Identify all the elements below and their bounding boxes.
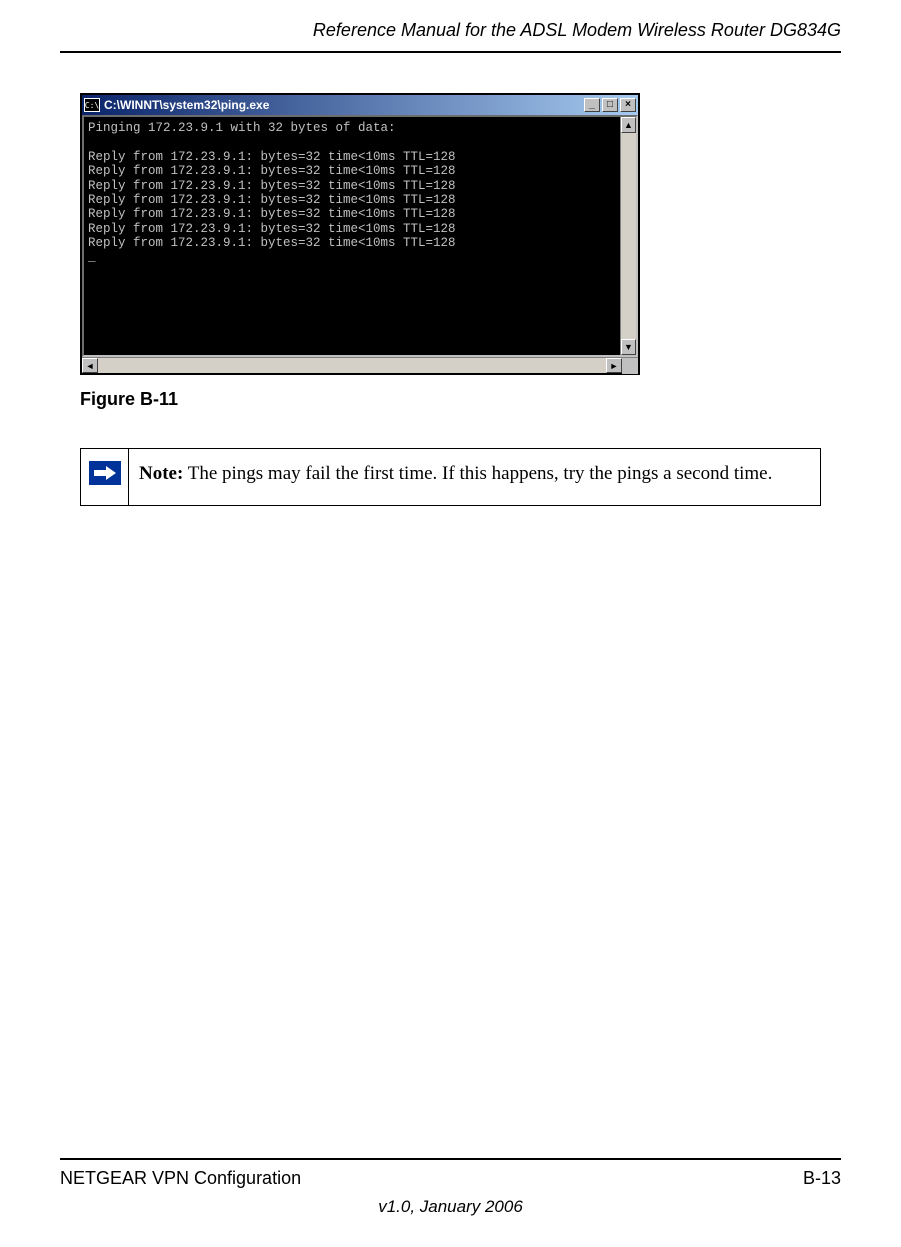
note-box: Note: The pings may fail the first time.… <box>80 448 821 506</box>
scroll-up-button[interactable]: ▲ <box>621 117 636 133</box>
footer-line-1: NETGEAR VPN Configuration B-13 <box>60 1168 841 1189</box>
scroll-track-horizontal[interactable] <box>98 358 606 373</box>
footer-version: v1.0, January 2006 <box>60 1197 841 1217</box>
window-title: C:\WINNT\system32\ping.exe <box>104 98 584 112</box>
maximize-button[interactable]: □ <box>602 98 618 112</box>
header-divider <box>60 51 841 53</box>
cmd-icon: C:\ <box>84 98 100 112</box>
console-area: Pinging 172.23.9.1 with 32 bytes of data… <box>82 115 638 357</box>
note-icon-cell <box>81 449 129 505</box>
note-body: The pings may fail the first time. If th… <box>183 463 772 484</box>
footer-page-number: B-13 <box>803 1168 841 1189</box>
page-footer: NETGEAR VPN Configuration B-13 v1.0, Jan… <box>60 1158 841 1217</box>
horizontal-scrollbar[interactable]: ◄ ► <box>82 357 638 373</box>
close-button[interactable]: × <box>620 98 636 112</box>
page-header: Reference Manual for the ADSL Modem Wire… <box>60 0 841 53</box>
note-arrow-icon <box>89 461 121 485</box>
scroll-right-button[interactable]: ► <box>606 358 622 373</box>
window-titlebar: C:\ C:\WINNT\system32\ping.exe _ □ × <box>82 95 638 115</box>
figure-caption: Figure B-11 <box>80 389 841 410</box>
scrollbar-corner <box>622 358 638 374</box>
minimize-button[interactable]: _ <box>584 98 600 112</box>
footer-divider <box>60 1158 841 1160</box>
note-label: Note: <box>139 463 183 484</box>
ping-screenshot: C:\ C:\WINNT\system32\ping.exe _ □ × Pin… <box>80 93 640 375</box>
window-controls: _ □ × <box>584 98 636 112</box>
footer-left: NETGEAR VPN Configuration <box>60 1168 301 1189</box>
scroll-down-button[interactable]: ▼ <box>621 339 636 355</box>
vertical-scrollbar[interactable]: ▲ ▼ <box>620 117 636 355</box>
manual-title: Reference Manual for the ADSL Modem Wire… <box>60 20 841 51</box>
scroll-track-vertical[interactable] <box>621 133 636 339</box>
console-output: Pinging 172.23.9.1 with 32 bytes of data… <box>84 117 620 355</box>
note-text: Note: The pings may fail the first time.… <box>129 449 786 505</box>
scroll-left-button[interactable]: ◄ <box>82 358 98 373</box>
